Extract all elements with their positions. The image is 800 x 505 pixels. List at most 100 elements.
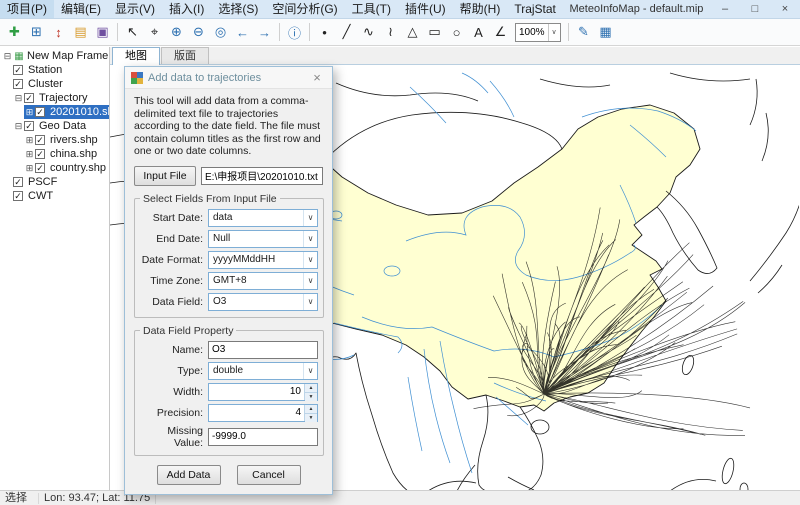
layer-checkbox[interactable]: ✓ bbox=[35, 135, 45, 145]
layer-checkbox[interactable]: ✓ bbox=[24, 121, 34, 131]
expand-icon[interactable]: ⊞ bbox=[24, 135, 35, 146]
expand-icon[interactable]: ⊞ bbox=[24, 149, 35, 160]
previous-extent-icon[interactable]: ← bbox=[232, 22, 253, 43]
layer-checkbox[interactable]: ✓ bbox=[13, 191, 23, 201]
name-field[interactable] bbox=[208, 341, 318, 359]
tab-layout-label: 版面 bbox=[174, 50, 196, 62]
tree-node-cluster[interactable]: ✓ Cluster bbox=[13, 77, 109, 91]
expand-icon[interactable]: ⊞ bbox=[24, 107, 35, 118]
status-bar: 选择 Lon: 93.47; Lat: 11.75 bbox=[0, 490, 800, 505]
spinner-down-icon[interactable]: ▼ bbox=[305, 393, 317, 401]
tab-layout[interactable]: 版面 bbox=[161, 47, 209, 64]
cancel-button[interactable]: Cancel bbox=[237, 465, 301, 485]
menu-selection[interactable]: 选择(S) bbox=[211, 0, 265, 18]
add-map-frame-icon[interactable]: ✚ bbox=[4, 22, 25, 43]
tree-node-rivers-shp[interactable]: ⊞ ✓ rivers.shp bbox=[24, 133, 109, 147]
layer-checkbox[interactable]: ✓ bbox=[35, 107, 45, 117]
draw-ellipse-icon[interactable]: ○ bbox=[446, 22, 467, 43]
menu-plugins[interactable]: 插件(U) bbox=[398, 0, 453, 18]
spinner-down-icon[interactable]: ▼ bbox=[305, 414, 317, 422]
menu-spatial-analysis[interactable]: 空间分析(G) bbox=[265, 0, 344, 18]
layer-checkbox[interactable]: ✓ bbox=[13, 65, 23, 75]
draw-polygon-icon[interactable]: △ bbox=[402, 22, 423, 43]
add-data-button[interactable]: Add Data bbox=[157, 465, 221, 485]
collapse-icon[interactable]: ⊟ bbox=[13, 93, 24, 104]
width-spinner[interactable]: ▲ ▼ bbox=[208, 383, 318, 401]
width-field[interactable] bbox=[209, 384, 304, 400]
layer-checkbox[interactable]: ✓ bbox=[35, 163, 45, 173]
tree-node-pscf[interactable]: ✓ PSCF bbox=[13, 175, 109, 189]
chevron-down-icon[interactable]: ∨ bbox=[303, 294, 317, 310]
tree-node-20201010-shp[interactable]: ⊞ ✓ 20201010.shp bbox=[24, 105, 109, 119]
precision-spinner[interactable]: ▲ ▼ bbox=[208, 404, 318, 422]
draw-curve-icon[interactable]: ≀ bbox=[380, 22, 401, 43]
start-date-combo[interactable]: data ∨ bbox=[208, 209, 318, 227]
close-button[interactable]: × bbox=[770, 0, 800, 18]
zoom-combo[interactable]: ∨ bbox=[515, 23, 561, 42]
chevron-down-icon[interactable]: ∨ bbox=[303, 273, 317, 289]
tree-node-station[interactable]: ✓ Station bbox=[13, 63, 109, 77]
draw-line-icon[interactable]: ╱ bbox=[336, 22, 357, 43]
menu-insert[interactable]: 插入(I) bbox=[162, 0, 211, 18]
full-extent-icon[interactable]: ◎ bbox=[210, 22, 231, 43]
data-field-combo[interactable]: O3 ∨ bbox=[208, 293, 318, 311]
add-layer-icon[interactable]: ⊞ bbox=[26, 22, 47, 43]
expand-icon[interactable]: ⊞ bbox=[24, 163, 35, 174]
layer-checkbox[interactable]: ✓ bbox=[24, 93, 34, 103]
input-file-button[interactable]: Input File bbox=[134, 166, 196, 186]
next-extent-icon[interactable]: → bbox=[254, 22, 275, 43]
layer-checkbox[interactable]: ✓ bbox=[13, 177, 23, 187]
date-format-combo[interactable]: yyyyMMddHH ∨ bbox=[208, 251, 318, 269]
collapse-icon[interactable]: ⊟ bbox=[13, 121, 24, 132]
layer-checkbox[interactable]: ✓ bbox=[13, 79, 23, 89]
tree-node-new-map-frame[interactable]: ⊟ ▦ New Map Frame bbox=[2, 49, 109, 63]
measure-icon[interactable]: ∠ bbox=[490, 22, 511, 43]
layer-checkbox[interactable]: ✓ bbox=[35, 149, 45, 159]
edit-pencil-icon[interactable]: ✎ bbox=[573, 22, 594, 43]
menu-trajstat[interactable]: TrajStat bbox=[507, 0, 563, 18]
menu-help[interactable]: 帮助(H) bbox=[453, 0, 508, 18]
tree-node-country-shp[interactable]: ⊞ ✓ country.shp bbox=[24, 161, 109, 175]
chevron-down-icon[interactable]: ∨ bbox=[548, 24, 559, 41]
minimize-button[interactable]: – bbox=[710, 0, 740, 18]
type-combo[interactable]: double ∨ bbox=[208, 362, 318, 380]
tree-node-china-shp[interactable]: ⊞ ✓ china.shp bbox=[24, 147, 109, 161]
menu-project[interactable]: 项目(P) bbox=[0, 0, 54, 18]
text-label-icon[interactable]: A bbox=[468, 22, 489, 43]
chevron-down-icon[interactable]: ∨ bbox=[303, 231, 317, 247]
missing-value-field[interactable] bbox=[208, 428, 318, 446]
menu-edit[interactable]: 编辑(E) bbox=[54, 0, 108, 18]
menu-tools[interactable]: 工具(T) bbox=[345, 0, 398, 18]
tree-node-trajectory[interactable]: ⊟ ✓ Trajectory bbox=[13, 91, 109, 105]
end-date-combo[interactable]: Null ∨ bbox=[208, 230, 318, 248]
maximize-button[interactable]: □ bbox=[740, 0, 770, 18]
dialog-close-icon[interactable]: × bbox=[308, 70, 326, 85]
tree-node-geo-data[interactable]: ⊟ ✓ Geo Data bbox=[13, 119, 109, 133]
collapse-icon[interactable]: ⊟ bbox=[2, 51, 13, 62]
save-icon[interactable]: ▣ bbox=[92, 22, 113, 43]
pan-icon[interactable]: ⌖ bbox=[144, 22, 165, 43]
zoom-in-icon[interactable]: ⊕ bbox=[166, 22, 187, 43]
layer-order-icon[interactable]: ↕ bbox=[48, 22, 69, 43]
draw-point-icon[interactable]: • bbox=[314, 22, 335, 43]
attribute-table-icon[interactable]: ▦ bbox=[595, 22, 616, 43]
spinner-up-icon[interactable]: ▲ bbox=[305, 384, 317, 393]
tree-node-cwt[interactable]: ✓ CWT bbox=[13, 189, 109, 203]
time-zone-combo[interactable]: GMT+8 ∨ bbox=[208, 272, 318, 290]
precision-field[interactable] bbox=[209, 405, 304, 421]
spinner-up-icon[interactable]: ▲ bbox=[305, 405, 317, 414]
identify-icon[interactable]: ⓘ bbox=[284, 22, 305, 43]
dialog-title-bar[interactable]: Add data to trajectories × bbox=[125, 67, 332, 89]
chevron-down-icon[interactable]: ∨ bbox=[303, 363, 317, 379]
draw-polyline-icon[interactable]: ∿ bbox=[358, 22, 379, 43]
draw-rectangle-icon[interactable]: ▭ bbox=[424, 22, 445, 43]
chevron-down-icon[interactable]: ∨ bbox=[303, 252, 317, 268]
zoom-input[interactable] bbox=[516, 25, 548, 40]
chevron-down-icon[interactable]: ∨ bbox=[303, 210, 317, 226]
zoom-out-icon[interactable]: ⊖ bbox=[188, 22, 209, 43]
select-icon[interactable]: ↖ bbox=[122, 22, 143, 43]
tab-map[interactable]: 地图 bbox=[112, 47, 160, 65]
input-file-field[interactable] bbox=[201, 167, 323, 185]
menu-view[interactable]: 显示(V) bbox=[108, 0, 162, 18]
open-file-icon[interactable]: ▤ bbox=[70, 22, 91, 43]
